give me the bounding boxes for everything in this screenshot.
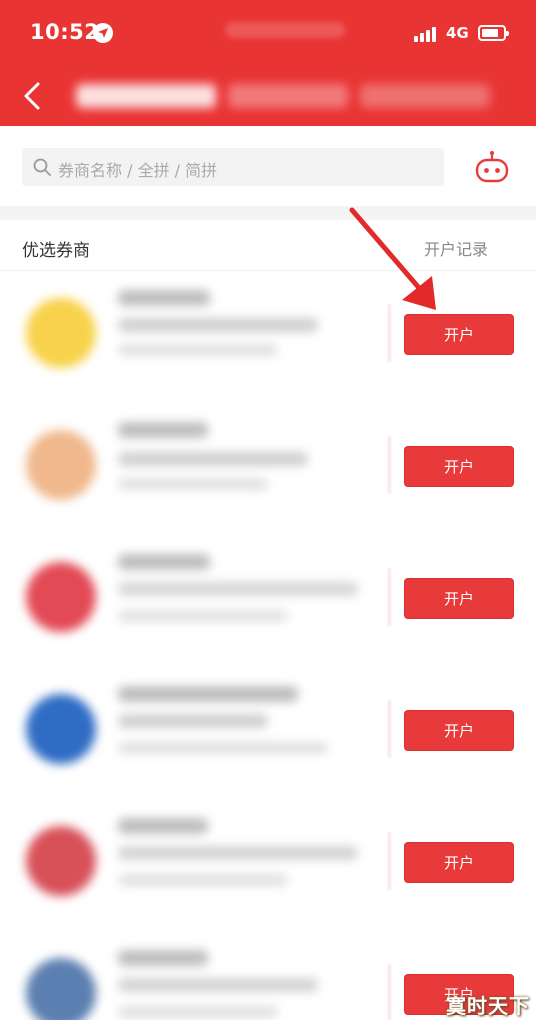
watermark: 寞时天下 [446, 994, 530, 1018]
row-separator [388, 568, 391, 626]
account-records-link[interactable]: 开户记录 [424, 236, 488, 260]
blurred-broker-text [118, 686, 298, 702]
row-separator [388, 436, 391, 494]
signal-icon [414, 26, 436, 42]
broker-logo [26, 694, 96, 764]
app-header: 10:52 4G [0, 0, 536, 126]
broker-list-item[interactable]: 开户 [0, 532, 536, 664]
open-account-button[interactable]: 开户 [404, 710, 514, 751]
row-separator [388, 304, 391, 362]
blurred-broker-text [118, 874, 288, 886]
blurred-broker-text [118, 290, 210, 306]
broker-logo [26, 562, 96, 632]
broker-list-item[interactable]: 开户 [0, 268, 536, 400]
blurred-broker-text [118, 742, 328, 754]
status-bar: 10:52 4G [0, 0, 536, 66]
search-placeholder: 券商名称 / 全拼 / 简拼 [58, 161, 218, 180]
search-icon [33, 158, 51, 176]
blurred-broker-text [118, 422, 208, 438]
broker-logo [26, 958, 96, 1020]
chevron-left-icon [24, 82, 40, 110]
open-account-button[interactable]: 开户 [404, 842, 514, 883]
section-divider-band [0, 206, 536, 220]
blurred-broker-text [118, 714, 268, 728]
row-separator [388, 832, 391, 890]
status-time: 10:52 [30, 20, 100, 44]
blurred-broker-text [118, 478, 268, 490]
network-type: 4G [446, 24, 469, 42]
search-input[interactable]: 券商名称 / 全拼 / 简拼 [22, 148, 444, 186]
back-button[interactable] [18, 76, 50, 116]
blurred-broker-text [118, 344, 278, 356]
blurred-status-text [225, 22, 345, 38]
broker-logo [26, 430, 96, 500]
robot-icon[interactable] [474, 150, 510, 184]
broker-list-item[interactable]: 开户 [0, 664, 536, 796]
row-separator [388, 700, 391, 758]
blurred-broker-text [118, 1006, 278, 1018]
blurred-broker-text [118, 846, 358, 860]
blurred-broker-text [118, 978, 318, 992]
blurred-page-title [68, 80, 498, 110]
blurred-broker-text [118, 950, 208, 966]
location-arrow-icon [93, 23, 113, 43]
battery-icon [478, 25, 509, 41]
blurred-broker-text [118, 452, 308, 466]
broker-list-item[interactable]: 开户 [0, 400, 536, 532]
open-account-button[interactable]: 开户 [404, 578, 514, 619]
broker-logo [26, 826, 96, 896]
section-title: 优选券商 [22, 241, 90, 261]
blurred-broker-text [118, 610, 288, 622]
blurred-broker-text [118, 582, 358, 596]
broker-logo [26, 298, 96, 368]
open-account-button[interactable]: 开户 [404, 446, 514, 487]
blurred-broker-text [118, 318, 318, 332]
blurred-broker-text [118, 554, 210, 570]
open-account-button[interactable]: 开户 [404, 314, 514, 355]
blurred-broker-text [118, 818, 208, 834]
row-separator [388, 964, 391, 1020]
broker-list-item[interactable]: 开户 [0, 796, 536, 928]
